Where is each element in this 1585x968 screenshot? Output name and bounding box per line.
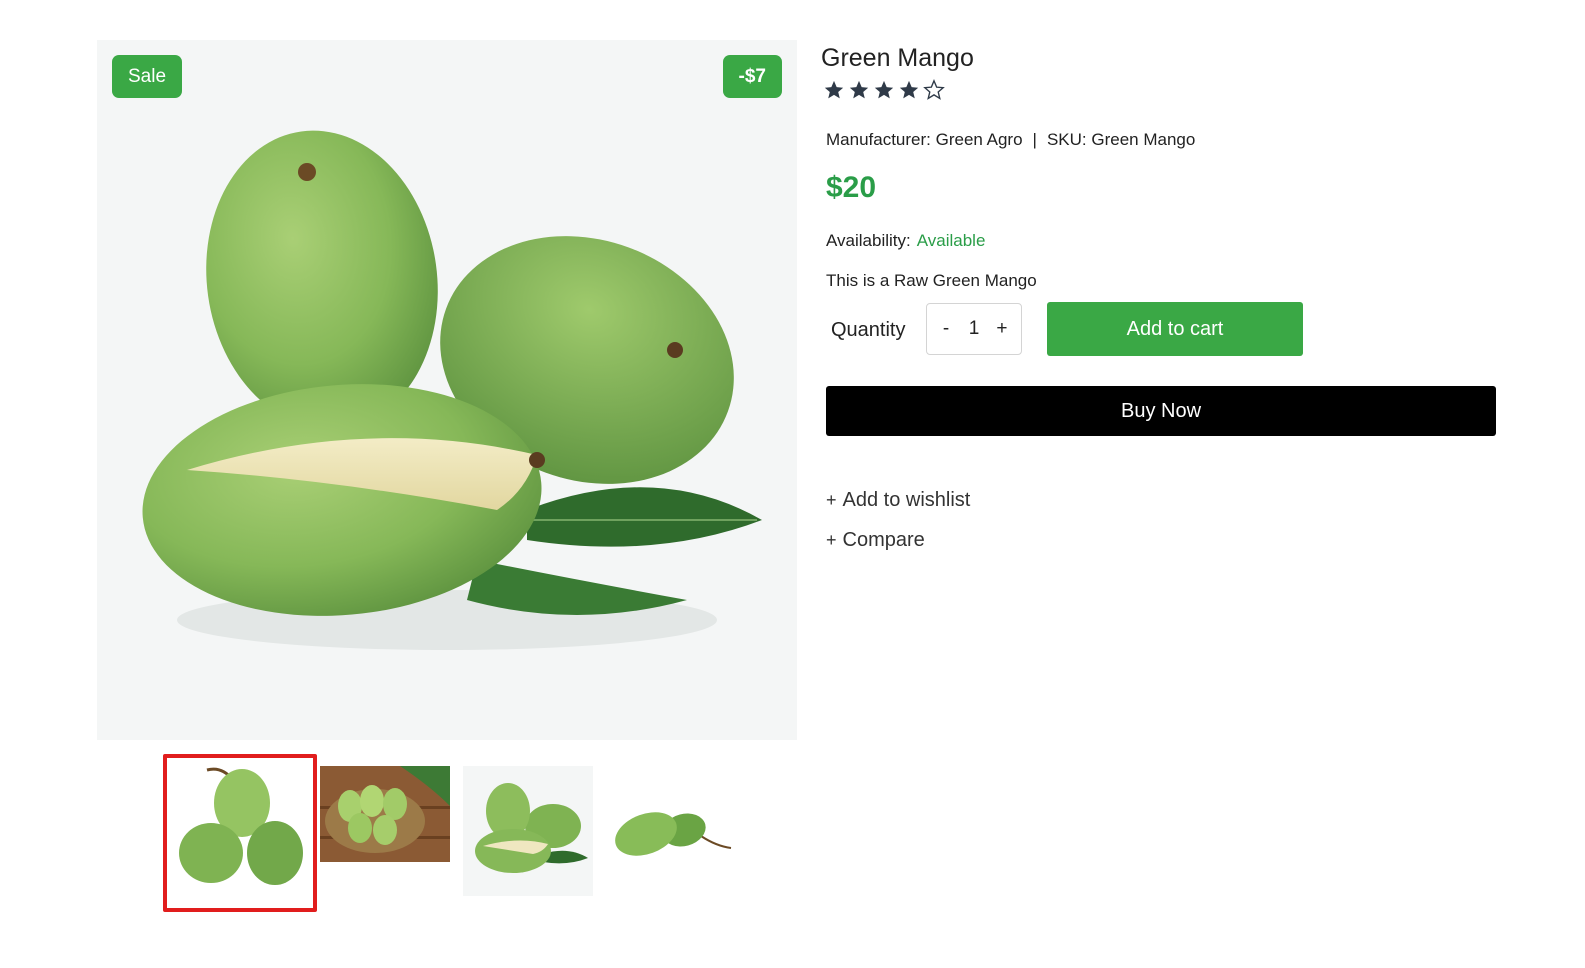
availability-label: Availability: — [826, 231, 911, 250]
thumbnail-3[interactable] — [463, 766, 593, 896]
plus-icon: + — [826, 530, 837, 550]
thumbnail-4[interactable] — [606, 766, 736, 896]
add-to-cart-button[interactable]: Add to cart — [1047, 302, 1303, 356]
mango-basket-thumbnail-icon — [320, 766, 450, 862]
mango-pair-thumbnail-icon — [615, 812, 732, 856]
sale-badge: Sale — [112, 55, 183, 98]
star-filled-icon — [899, 80, 919, 99]
cut-mango-thumbnail-icon — [475, 783, 588, 873]
thumbnail-1-selected[interactable] — [163, 754, 317, 912]
star-filled-icon — [874, 80, 894, 99]
compare-label: Compare — [842, 529, 925, 551]
availability-value: Available — [916, 231, 986, 250]
star-empty-icon — [923, 79, 945, 100]
plus-icon: + — [826, 490, 837, 510]
rating-stars — [823, 79, 945, 101]
quantity-label: Quantity — [831, 319, 906, 341]
thumbnail-2[interactable] — [320, 766, 450, 862]
buy-now-button[interactable]: Buy Now — [826, 386, 1496, 436]
star-filled-icon — [824, 80, 844, 99]
meta-separator: | — [1032, 130, 1037, 149]
product-description: This is a Raw Green Mango — [826, 271, 1037, 290]
availability: Availability: Available — [826, 231, 985, 251]
discount-badge: -$7 — [722, 55, 782, 98]
sku: SKU: Green Mango — [1046, 130, 1196, 149]
quantity-value[interactable]: 1 — [969, 318, 980, 340]
mango-trio-thumbnail-icon — [179, 767, 303, 885]
product-meta: Manufacturer: Green Agro | SKU: Green Mang… — [826, 130, 1195, 150]
add-to-wishlist-link[interactable]: + Add to wishlist — [826, 489, 970, 512]
main-product-image[interactable]: Sale -$7 — [97, 40, 797, 740]
wishlist-label: Add to wishlist — [842, 489, 971, 511]
quantity-decrease-button[interactable]: - — [939, 318, 953, 340]
star-filled-icon — [849, 80, 869, 99]
mango-illustration — [142, 130, 762, 650]
compare-link[interactable]: + Compare — [826, 529, 925, 552]
quantity-stepper: - 1 + — [926, 303, 1022, 355]
product-price: $20 — [826, 171, 877, 204]
product-title: Green Mango — [821, 44, 974, 72]
manufacturer: Manufacturer: Green Agro — [826, 130, 1023, 149]
quantity-increase-button[interactable]: + — [995, 318, 1009, 340]
